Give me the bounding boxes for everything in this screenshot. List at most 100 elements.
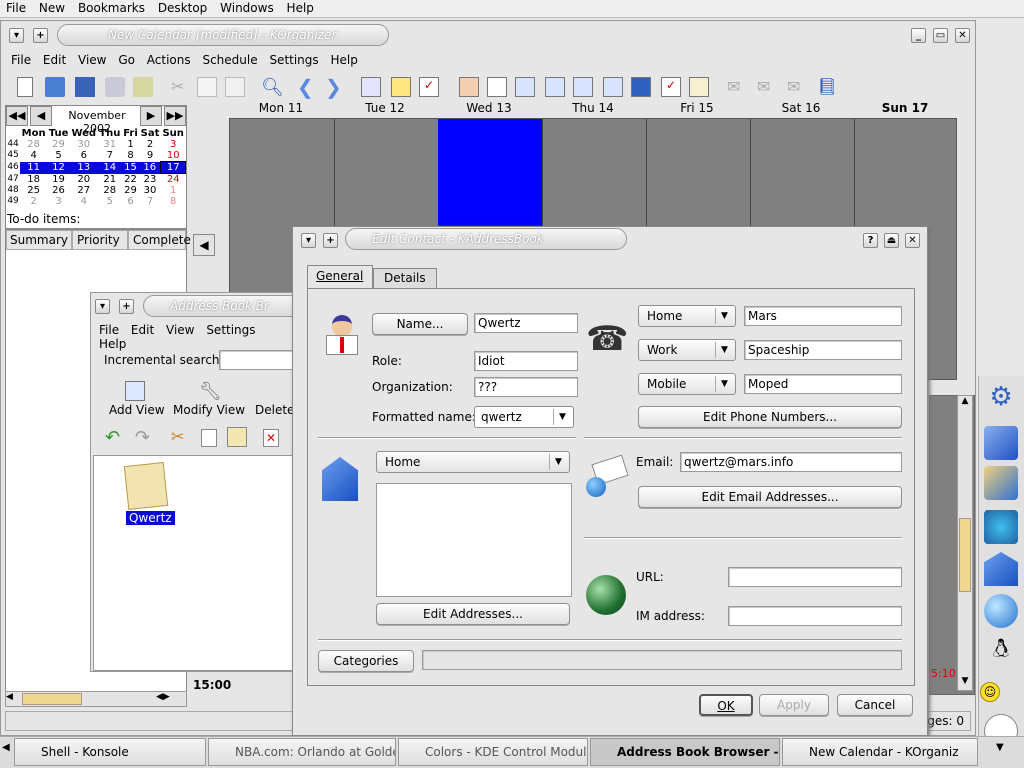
edit-email-addresses-button[interactable]: Edit Email Addresses... [638,486,902,508]
todo-col-complete[interactable]: Complete [128,230,191,250]
tab-details[interactable]: Details [373,268,437,289]
task-nba[interactable]: NBA.com: Orlando at Golden [208,738,396,766]
day-cell[interactable]: 11 [20,162,47,174]
k-menu-5[interactable]: Schedule [202,53,257,67]
day-cell[interactable]: 14 [98,162,122,174]
day-cell[interactable]: 2 [139,139,161,150]
ab-menu-3[interactable]: Settings [206,323,255,337]
undo-icon[interactable]: ↶ [105,427,120,448]
dlg-window-menu-button[interactable]: ▾ [301,233,316,248]
day-cell[interactable]: 26 [47,185,70,196]
day-cell[interactable]: 21 [98,174,122,186]
modify-view-icon[interactable]: 🔧︎ [199,381,222,402]
tux-icon[interactable]: 🐧︎ [984,634,1018,668]
task-konsole[interactable]: Shell - Konsole [14,738,206,766]
dlg-title-pill[interactable]: Edit Contact - KAddressBook [345,228,627,250]
day-cell[interactable]: 7 [98,150,122,162]
contact-area[interactable]: Qwertz [93,455,299,671]
k-menu-6[interactable]: Settings [269,53,318,67]
day-cell[interactable]: 15 [122,162,139,174]
ab-menu-0[interactable]: File [99,323,119,337]
edit-icon[interactable] [984,426,1018,460]
horizontal-scrollbar[interactable]: ◀ ◀▶ [5,691,187,707]
day-cell[interactable]: 5 [98,196,122,207]
day-view-icon[interactable] [515,77,535,97]
k-menu-0[interactable]: File [11,53,31,67]
scroll-up-arrow[interactable]: ▲ [958,396,972,410]
day-cell[interactable]: 8 [122,150,139,162]
todo-col-priority[interactable]: Priority [72,230,128,250]
konqueror-icon[interactable] [984,466,1018,500]
day-cell[interactable]: 6 [70,150,98,162]
url-field[interactable] [728,567,902,587]
vertical-scrollbar[interactable]: ▲ ▼ [957,395,973,691]
new-icon[interactable] [17,77,33,97]
day-cell[interactable]: 16 [139,162,161,174]
day-cell[interactable]: 17 [160,161,186,174]
day-cell[interactable]: 27 [70,185,98,196]
phone-type-combo[interactable]: Work ▼ [638,339,736,361]
back-icon[interactable]: ❮ [297,77,317,97]
journal-view-icon[interactable] [689,77,709,97]
day-cell[interactable]: 25 [20,185,47,196]
korganizer-titlebar[interactable]: ▾ + New Calendar [modified] - KOrganizer… [5,24,971,48]
k-menu-3[interactable]: Go [118,53,135,67]
day-cell[interactable]: 13 [70,162,98,174]
address-type-combo[interactable]: Home ▼ [376,451,570,473]
paste-icon[interactable] [227,427,247,447]
chevron-down-icon[interactable]: ▼ [715,308,733,324]
day-cell[interactable]: 22 [122,174,139,186]
delete-view-label[interactable]: Delete [255,403,294,417]
day-cell[interactable]: 3 [161,139,186,150]
day-cell[interactable]: 23 [139,174,161,186]
day-cell[interactable]: 31 [98,139,122,150]
chevron-down-icon[interactable]: ▼ [549,454,567,470]
add-view-label[interactable]: Add View [109,403,165,417]
day-cell[interactable]: 29 [47,139,70,150]
day-cell[interactable]: 10 [161,150,186,162]
sticky-button[interactable]: + [33,28,48,43]
cancel-button[interactable]: Cancel [837,694,913,716]
window-menu-button[interactable]: ▾ [9,28,24,43]
scroll-thumb[interactable] [959,518,971,592]
help-book-icon[interactable]: 📘︎ [817,77,837,97]
ab-sticky-button[interactable]: + [119,299,134,314]
save-icon[interactable] [75,77,95,97]
chevron-down-icon[interactable]: ▼ [715,376,733,392]
dlg-sticky-button[interactable]: + [323,233,338,248]
kde-logo-icon[interactable]: ⚙ [984,382,1018,416]
control-center-icon[interactable] [984,510,1018,544]
paste-icon[interactable] [225,77,245,97]
menu-bookmarks[interactable]: Bookmarks [78,1,145,15]
whats-next-icon[interactable] [459,77,479,97]
ab-menu-4[interactable]: Help [99,337,126,351]
day-cell[interactable]: 3 [47,196,70,207]
taskbar-right-arrow[interactable]: ▼ [996,742,1004,753]
day-cell[interactable]: 24 [161,174,186,186]
k-menu-2[interactable]: View [78,53,106,67]
h-scroll-thumb[interactable] [22,693,82,705]
taskbar-left-arrow[interactable]: ◀ [2,742,10,753]
day-cell[interactable]: 30 [70,139,98,150]
dlg-shade-button[interactable]: ⏏ [884,233,899,248]
add-view-icon[interactable] [125,381,145,401]
mail-icon[interactable]: ✉ [757,77,777,97]
day-cell[interactable]: 2 [20,196,47,207]
vcard-icon[interactable] [123,462,169,510]
work-week-icon[interactable] [545,77,565,97]
todo-col-summary[interactable]: Summary [6,230,72,250]
day-cell[interactable]: 6 [122,196,139,207]
day-cell[interactable]: 12 [47,162,70,174]
menu-new[interactable]: New [39,1,65,15]
k-menu-7[interactable]: Help [330,53,357,67]
next-days-icon[interactable] [603,77,623,97]
redo-icon[interactable]: ↷ [135,427,150,448]
day-cell[interactable]: 5 [47,150,70,162]
day-cell[interactable]: 1 [161,185,186,196]
day-cell[interactable]: 9 [139,150,161,162]
day-cell[interactable]: 28 [98,185,122,196]
send-icon[interactable]: ✉ [727,77,747,97]
role-field[interactable]: Idiot [474,351,578,371]
tab-general[interactable]: General [307,265,373,289]
find-icon[interactable]: 🔍︎ [261,77,284,98]
